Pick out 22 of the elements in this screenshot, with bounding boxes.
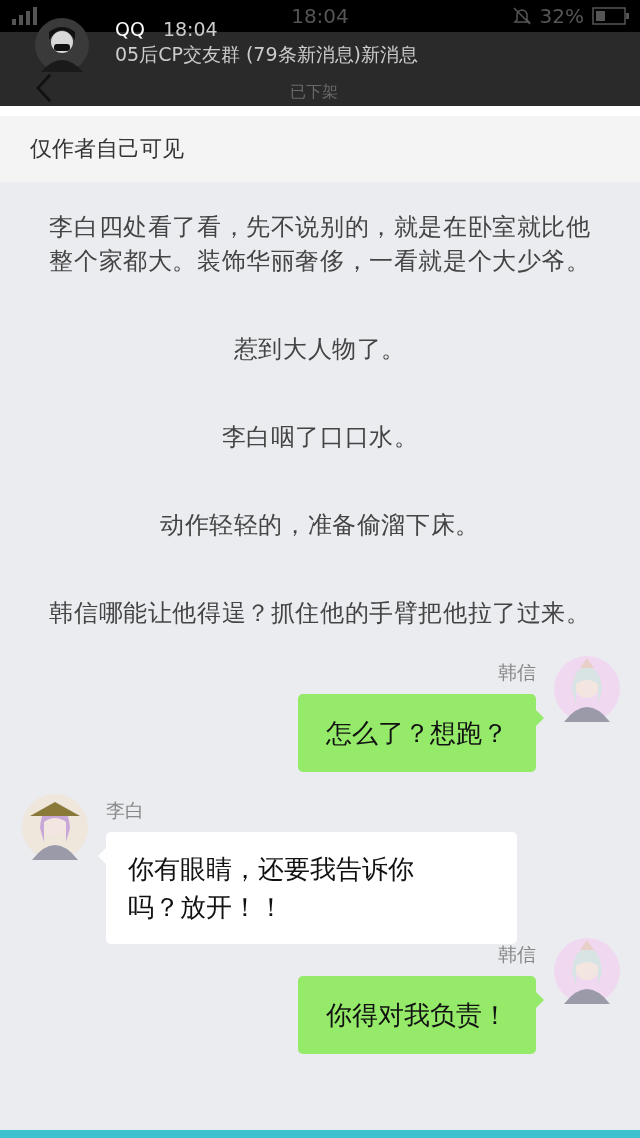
story-paragraph: 韩信哪能让他得逞？抓住他的手臂把他拉了过来。 [48,598,592,629]
sender-name: 韩信 [498,660,536,685]
battery-level: 32% [539,4,584,28]
story-paragraph: 李白咽了口口水。 [220,422,420,453]
notification-app: QQ [115,18,145,40]
notification-message[interactable]: 05后CP交友群 (79条新消息)新消息 [115,42,418,68]
sender-name: 韩信 [498,942,536,967]
story-paragraph: 动作轻轻的，准备偷溜下床。 [159,510,481,541]
visibility-note: 仅作者自己可见 [30,135,184,163]
status-time: 18:04 [290,4,350,28]
story-paragraph: 惹到大人物了。 [232,334,408,365]
battery-icon [592,7,630,25]
message-text: 你有眼睛，还要我告诉你吗？放开！！ [128,853,415,924]
signal-icon [10,7,40,25]
status-subtitle: 已下架 [290,82,339,103]
sender-name: 李白 [106,798,144,823]
message-text: 你得对我负责！ [326,1000,508,1030]
message-text: 怎么了？想跑？ [326,718,508,748]
story-paragraph: 李白四处看了看，先不说别的，就是在卧室就比他整个家都大。装饰华丽奢侈，一看就是个大少爷。 [48,212,592,277]
bell-off-icon [511,6,532,26]
notification-time: 18:04 [162,18,218,40]
back-icon[interactable] [34,73,54,103]
